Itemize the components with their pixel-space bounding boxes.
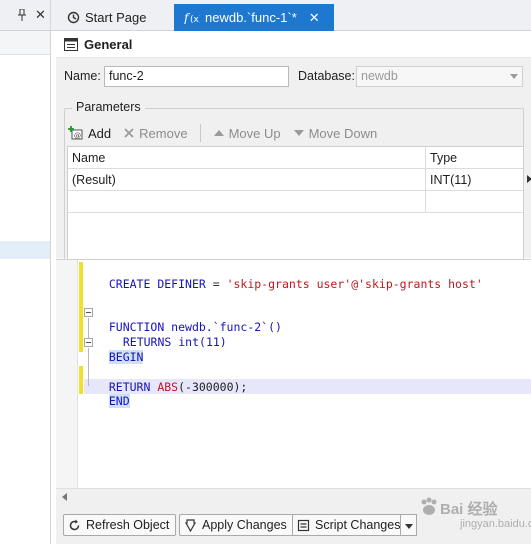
move-up-button[interactable]: Move Up [213, 126, 281, 141]
left-panel-toolbar [0, 31, 50, 55]
apply-changes-label: Apply Changes [202, 518, 287, 532]
table-row[interactable]: (Result) INT(11) [68, 169, 523, 191]
code-keyword: END [108, 394, 130, 408]
refresh-object-button[interactable]: Refresh Object [63, 514, 177, 536]
script-changes-dropdown[interactable] [400, 514, 417, 536]
database-select[interactable]: newdb [356, 66, 523, 87]
remove-label: Remove [139, 125, 188, 141]
editor-gutter [56, 260, 78, 488]
move-down-label: Move Down [308, 125, 378, 141]
row-indicator-icon [527, 175, 531, 183]
move-down-button[interactable]: Move Down [293, 125, 378, 141]
left-panel-selected-item[interactable] [0, 241, 50, 259]
tab-function-editor[interactable]: f (x) newdb.`func-1`* ✕ [174, 4, 334, 31]
watermark: Bai 经验 jingyan.baidu.com [418, 490, 531, 540]
add-icon: @ [68, 126, 83, 140]
fold-toggle-icon[interactable] [84, 338, 93, 347]
close-icon[interactable]: ✕ [35, 8, 46, 22]
parameters-grid[interactable]: Name Type (Result) INT(11) [67, 146, 524, 274]
watermark-main: Bai 经验 [440, 501, 498, 518]
left-panel-header: ✕ [0, 0, 50, 31]
move-up-label: Move Up [228, 125, 281, 141]
code-function: ABS [150, 380, 179, 394]
tab-bar: Start Page f (x) newdb.`func-1`* ✕ [51, 0, 531, 31]
code-string: 'skip-grants user'@'skip-grants host' [226, 277, 483, 291]
code-line-4[interactable]: BEGIN [95, 335, 144, 365]
code-line-1[interactable]: CREATE DEFINER = 'skip-grants user'@'ski… [95, 262, 483, 292]
parameters-toolbar: @ Add Remove Move Up Move Down [68, 122, 389, 144]
code-text: (-300000); [178, 380, 248, 394]
remove-icon [124, 128, 134, 138]
fold-guide [88, 348, 89, 386]
move-up-icon [213, 130, 224, 136]
move-down-icon [293, 130, 304, 136]
chevron-down-icon [510, 74, 518, 79]
script-icon [297, 519, 310, 531]
tab-close-icon[interactable]: ✕ [309, 10, 320, 26]
param-type-cell[interactable]: INT(11) [426, 169, 523, 190]
fold-toggle-icon[interactable] [84, 308, 93, 317]
refresh-object-label: Refresh Object [86, 518, 170, 532]
database-value: newdb [361, 69, 398, 83]
scroll-left-icon[interactable] [62, 493, 67, 501]
code-text: int(11) [171, 335, 227, 349]
column-header-type[interactable]: Type [426, 147, 523, 168]
add-parameter-button[interactable]: @ Add [68, 126, 111, 141]
apply-icon [184, 518, 197, 532]
tab-start-page-label: Start Page [85, 10, 147, 25]
script-changes-button[interactable]: Script Changes [292, 514, 408, 536]
param-name-cell[interactable]: (Result) [68, 169, 426, 190]
toolbar-separator [199, 124, 201, 142]
tab-start-page[interactable]: Start Page [67, 4, 146, 31]
param-name-cell[interactable] [68, 191, 426, 212]
watermark-sub: jingyan.baidu.com [460, 518, 531, 530]
apply-changes-button[interactable]: Apply Changes [179, 514, 294, 536]
pin-icon[interactable] [17, 9, 27, 21]
tab-function-label: newdb.`func-1`* [205, 10, 297, 25]
left-panel: ✕ [0, 0, 51, 544]
script-changes-label: Script Changes [315, 518, 401, 532]
name-label: Name: [64, 69, 101, 83]
param-type-cell[interactable] [426, 191, 523, 212]
code-operator: = [205, 277, 227, 291]
general-section-header[interactable]: General [56, 31, 531, 58]
add-label: Add [88, 125, 112, 141]
start-page-icon [67, 11, 80, 24]
general-title: General [84, 36, 133, 52]
column-header-name[interactable]: Name [68, 147, 426, 168]
svg-text:@: @ [74, 132, 81, 140]
function-icon: f (x) [184, 11, 200, 24]
table-row[interactable] [68, 191, 523, 213]
change-marker [79, 366, 83, 394]
parameters-title: Parameters [72, 100, 145, 114]
svg-text:(x): (x) [190, 15, 200, 24]
database-label: Database: [298, 69, 355, 83]
remove-parameter-button[interactable]: Remove [123, 125, 188, 141]
grid-header-row: Name Type [68, 147, 523, 169]
code-keyword: BEGIN [108, 350, 144, 364]
code-keyword: CREATE DEFINER [108, 277, 206, 291]
paw-icon [421, 497, 437, 515]
change-marker [79, 262, 83, 352]
code-line-7[interactable]: END [95, 379, 130, 409]
name-input[interactable]: func-2 [104, 66, 289, 87]
refresh-icon [69, 519, 80, 530]
fold-guide [88, 318, 89, 338]
general-icon [64, 37, 78, 51]
